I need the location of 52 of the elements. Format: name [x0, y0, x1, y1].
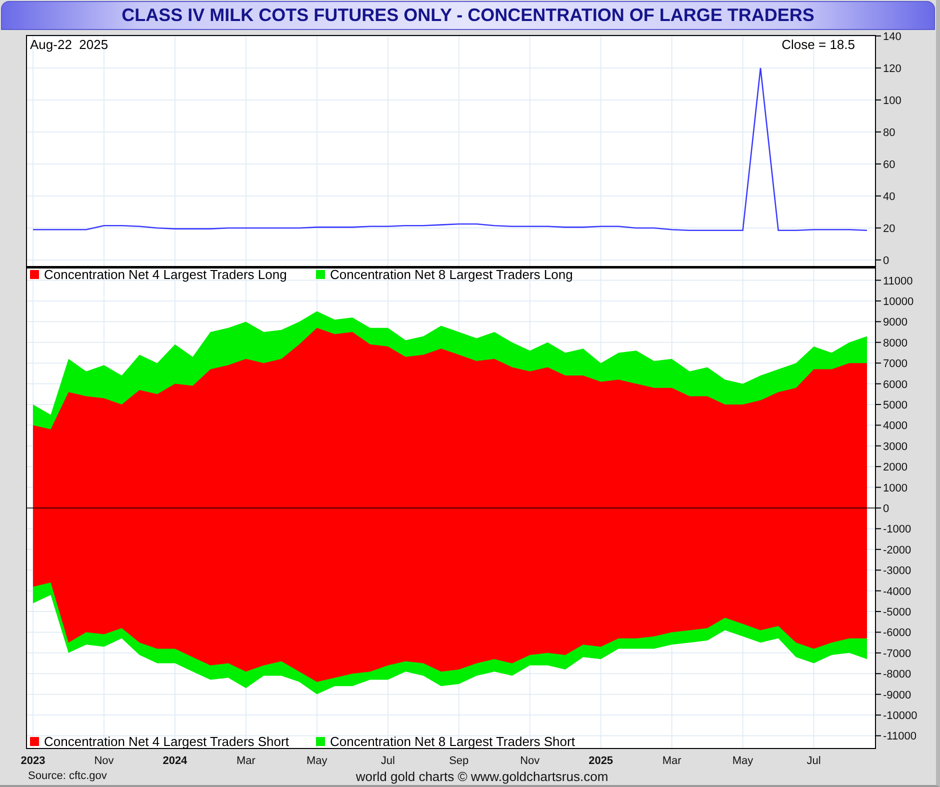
axis-label: 2024: [162, 755, 188, 767]
axis-label: -8000: [883, 668, 912, 681]
axis-label: 2023: [20, 755, 46, 767]
axis-label: -11000: [883, 730, 916, 743]
axis-label: -6000: [883, 627, 912, 640]
axis-label: 5000: [883, 399, 908, 412]
axis-label: 7000: [883, 358, 908, 370]
axis-label: -10000: [883, 710, 918, 722]
axis-label: 2025: [588, 755, 614, 767]
legend-label: Concentration Net 4 Largest Traders Short: [44, 734, 289, 749]
axis-label: Mar: [236, 755, 256, 767]
axis-label: 3000: [883, 440, 908, 453]
credit-note: world gold charts © www.goldchartsrus.com: [356, 768, 608, 784]
axis-label: 8000: [883, 337, 908, 350]
axis-label: Mar: [662, 755, 682, 767]
legend-label: Concentration Net 8 Largest Traders Long: [330, 267, 573, 282]
axis-label: May: [306, 755, 328, 767]
axis-label: Nov: [94, 755, 114, 767]
axis-label: -2000: [883, 544, 912, 556]
axis-label: May: [732, 755, 754, 767]
axis-label: -7000: [883, 648, 912, 660]
axis-label: 1000: [883, 482, 908, 494]
axis-label: -3000: [883, 565, 912, 578]
chart-title: CLASS IV MILK COTS FUTURES ONLY - CONCENTRATION OF LARGE TRADERS: [1, 1, 935, 30]
axis-label: 2000: [883, 462, 908, 474]
axis-label: Nov: [520, 755, 540, 767]
axis-label: 9000: [883, 316, 908, 329]
axis-label: 4000: [883, 420, 908, 432]
close-value: Close = 18.5: [782, 37, 855, 52]
axis-label: -9000: [883, 689, 912, 702]
legend-label: Concentration Net 4 Largest Traders Long: [44, 267, 287, 282]
source-note: Source: cftc.gov: [28, 770, 108, 782]
axis-label: 0: [883, 503, 890, 515]
axis-label: 10000: [883, 296, 914, 308]
axis-label: Jul: [806, 755, 821, 767]
axis-label: -4000: [883, 586, 912, 598]
axis-label: -1000: [883, 524, 912, 536]
axis-label: -5000: [883, 606, 912, 619]
axis-label: 6000: [883, 378, 908, 391]
axis-label: 40: [883, 190, 896, 203]
legend-label: Concentration Net 8 Largest Traders Short: [330, 734, 575, 749]
axis-label: 60: [883, 158, 896, 171]
date-label: Aug-22 2025: [30, 37, 108, 52]
axis-label: Sep: [449, 755, 469, 767]
axis-label: 11000: [883, 275, 913, 288]
axis-label: 0: [883, 254, 890, 267]
axis-label: Jul: [380, 755, 395, 767]
axis-label: 120: [883, 62, 902, 75]
axis-label: 20: [883, 222, 896, 235]
axis-label: 100: [883, 94, 902, 107]
axis-label: 80: [883, 126, 896, 139]
axis-label: 140: [883, 30, 902, 43]
